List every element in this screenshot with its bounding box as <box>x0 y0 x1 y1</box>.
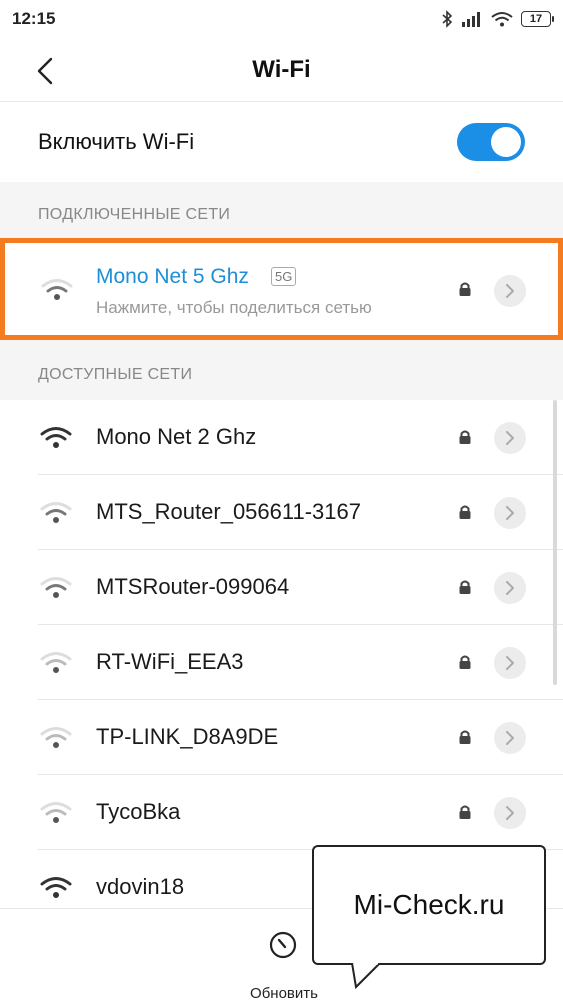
chevron-right-icon <box>506 581 514 595</box>
page-title: Wi-Fi <box>252 55 311 83</box>
chevron-right-icon <box>506 806 514 820</box>
wifi-signal-weak-icon <box>40 577 72 598</box>
wifi-toggle-switch[interactable] <box>457 123 525 161</box>
network-row[interactable]: RT-WiFi_EEA3 <box>0 625 563 700</box>
network-name: RT-WiFi_EEA3 <box>96 649 244 674</box>
scrollbar[interactable] <box>553 400 557 685</box>
network-details-button[interactable] <box>494 497 526 529</box>
network-row[interactable]: TycoBka <box>0 775 563 850</box>
wifi-signal-weak-icon <box>40 652 72 673</box>
connected-network-row[interactable]: Mono Net 5 Ghz 5G Нажмите, чтобы поделит… <box>0 238 563 340</box>
network-name: TP-LINK_D8A9DE <box>96 724 279 749</box>
header: Wi-Fi <box>0 38 563 102</box>
network-name: MTS_Router_056611-3167 <box>96 499 361 524</box>
wifi-signal-weak-icon <box>40 727 72 748</box>
connected-network-name: Mono Net 5 Ghz <box>96 265 249 288</box>
battery-icon: 17 <box>521 11 554 27</box>
status-icons: 17 <box>441 10 554 28</box>
wifi-signal-weak-icon <box>40 802 72 823</box>
wifi-signal-full-icon <box>40 877 72 898</box>
network-details-button[interactable] <box>494 647 526 679</box>
bluetooth-icon <box>442 10 453 28</box>
back-button[interactable] <box>30 56 60 86</box>
network-name: vdovin18 <box>96 874 185 899</box>
lock-icon <box>459 730 471 744</box>
connected-section-band: ПОДКЛЮЧЕННЫЕ СЕТИ <box>0 182 563 238</box>
network-row[interactable]: Mono Net 2 Ghz <box>0 400 563 475</box>
band-badge: 5G <box>271 267 297 286</box>
wifi-signal-weak-icon <box>40 502 72 523</box>
callout-tail <box>351 963 381 990</box>
available-section-title: ДОСТУПНЫЕ СЕТИ <box>38 366 193 383</box>
lock-icon <box>459 580 471 594</box>
wifi-toggle-label: Включить Wi-Fi <box>38 129 195 154</box>
connected-network-subtitle: Нажмите, чтобы поделиться сетью <box>96 298 372 317</box>
lock-icon <box>459 805 471 819</box>
lock-icon <box>459 430 471 444</box>
network-name: MTSRouter-099064 <box>96 574 290 599</box>
watermark-callout: Mi-Check.ru <box>312 845 546 965</box>
wifi-status-icon <box>491 12 513 27</box>
status-time: 12:15 <box>12 9 56 28</box>
lock-icon <box>459 282 471 296</box>
status-bar: 12:15 17 <box>0 0 563 38</box>
chevron-left-icon <box>37 57 53 85</box>
network-details-button[interactable] <box>494 572 526 604</box>
toggle-knob <box>491 127 521 157</box>
watermark-text: Mi-Check.ru <box>353 889 505 920</box>
chevron-right-icon <box>506 656 514 670</box>
wifi-signal-full-icon <box>40 427 72 448</box>
network-details-button[interactable] <box>494 422 526 454</box>
connected-section-title: ПОДКЛЮЧЕННЫЕ СЕТИ <box>38 206 231 223</box>
network-details-button[interactable] <box>494 275 526 307</box>
refresh-label: Обновить <box>250 985 318 1000</box>
lock-icon <box>459 655 471 669</box>
refresh-icon <box>269 931 297 959</box>
network-row[interactable]: MTS_Router_056611-3167 <box>0 475 563 550</box>
available-section-band: ДОСТУПНЫЕ СЕТИ <box>0 340 563 400</box>
network-name: Mono Net 2 Ghz <box>96 424 257 449</box>
wifi-toggle-row[interactable]: Включить Wi-Fi <box>0 102 563 182</box>
cellular-signal-icon <box>462 12 480 27</box>
network-name: TycoBka <box>96 799 181 824</box>
network-details-button[interactable] <box>494 797 526 829</box>
network-row[interactable]: MTSRouter-099064 <box>0 550 563 625</box>
chevron-right-icon <box>506 431 514 445</box>
wifi-signal-icon <box>41 279 73 300</box>
chevron-right-icon <box>506 506 514 520</box>
network-details-button[interactable] <box>494 722 526 754</box>
chevron-right-icon <box>506 731 514 745</box>
lock-icon <box>459 505 471 519</box>
chevron-right-icon <box>506 284 514 298</box>
network-row[interactable]: TP-LINK_D8A9DE <box>0 700 563 775</box>
